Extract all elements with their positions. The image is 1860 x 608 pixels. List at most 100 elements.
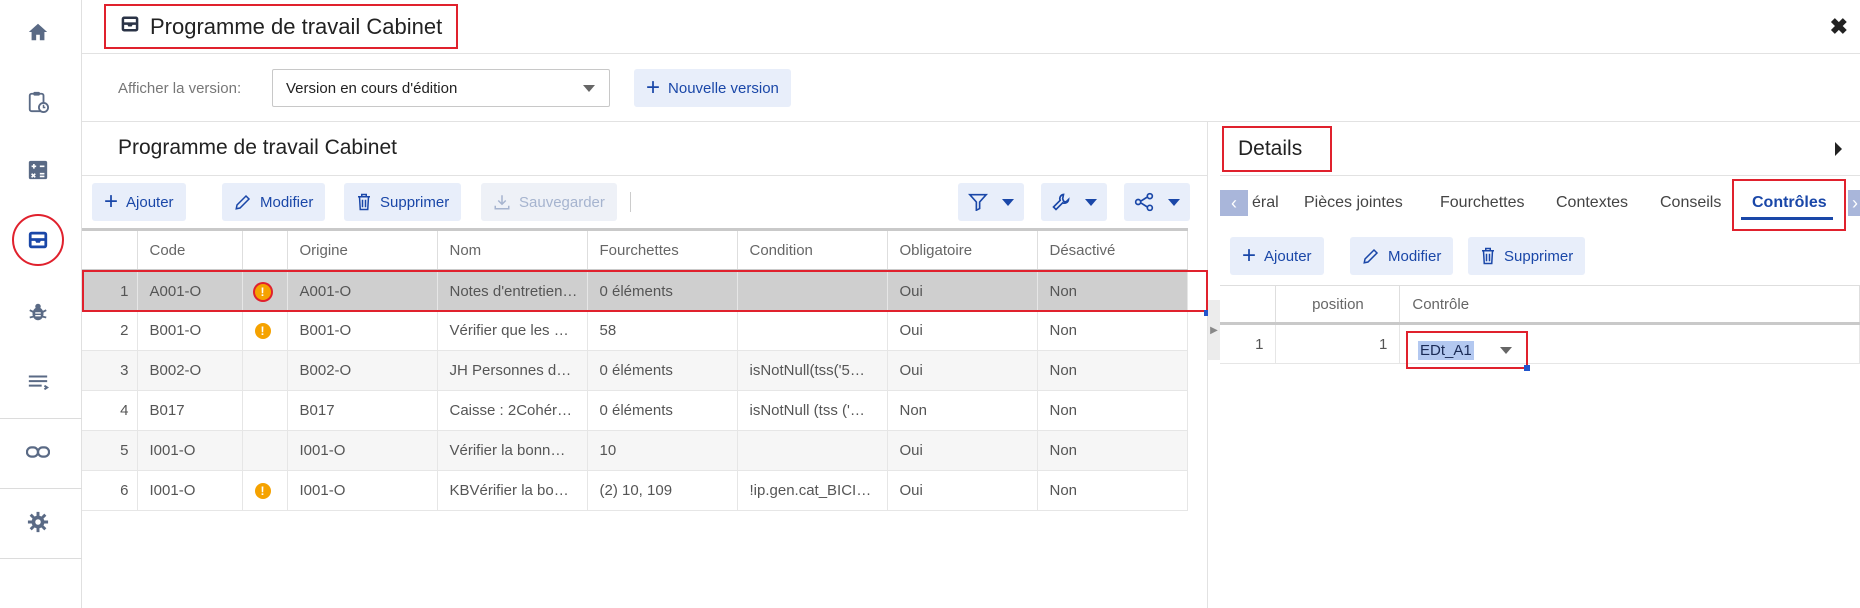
desactive-cell[interactable]: Non (1037, 270, 1188, 311)
condition-cell[interactable] (737, 310, 888, 351)
delete-button[interactable]: Supprimer (344, 183, 462, 221)
fourchettes-cell[interactable]: 58 (587, 310, 738, 351)
code-cell[interactable]: B002-O (137, 350, 243, 391)
download-icon (494, 195, 510, 210)
chevron-down-icon (1085, 198, 1097, 206)
pane-splitter[interactable]: ▶ (1208, 300, 1220, 360)
column-header[interactable] (82, 228, 138, 272)
table-row[interactable]: 5 I001-O I001-O Vérifier la bonn… 10 Oui… (82, 430, 1188, 471)
collapse-right-icon[interactable] (1835, 142, 1842, 156)
detail-add-button[interactable]: + Ajouter (1230, 237, 1324, 275)
inbox-tray-icon[interactable] (12, 214, 64, 266)
gear-icon[interactable] (16, 500, 60, 544)
tab-scroll-left-icon[interactable]: ‹ (1220, 190, 1248, 216)
origine-cell[interactable]: B001-O (287, 310, 438, 351)
obligatoire-cell[interactable]: Oui (887, 430, 1038, 471)
condition-cell[interactable]: !ip.gen.cat_BICI… (737, 470, 888, 511)
origine-cell[interactable]: A001-O (287, 270, 438, 311)
detail-edit-button[interactable]: Modifier (1350, 237, 1454, 275)
active-tab-highlight (1732, 179, 1846, 231)
desactive-cell[interactable]: Non (1037, 430, 1188, 471)
table-row[interactable]: 6 I001-O ! I001-O KBVérifier la bo… (2) … (82, 470, 1188, 511)
nom-cell[interactable]: Notes d'entretien… (437, 270, 588, 311)
tools-dropdown[interactable] (1041, 183, 1107, 221)
column-header[interactable]: Origine (287, 228, 438, 272)
obligatoire-cell[interactable]: Oui (887, 470, 1038, 511)
column-header[interactable]: Fourchettes (587, 228, 738, 272)
code-cell[interactable]: I001-O (137, 430, 243, 471)
calculator-icon[interactable] (16, 148, 60, 192)
table-row[interactable]: 1 A001-O ! A001-O Notes d'entretien… 0 é… (82, 270, 1188, 311)
close-icon[interactable]: ✖ (1830, 14, 1848, 40)
fourchettes-cell[interactable]: (2) 10, 109 (587, 470, 738, 511)
detail-delete-button[interactable]: Supprimer (1468, 237, 1586, 275)
home-icon[interactable] (16, 10, 60, 54)
clipboard-clock-icon[interactable] (16, 80, 60, 124)
column-header[interactable] (1220, 285, 1277, 325)
controle-select[interactable]: EDt_A1 (1406, 331, 1528, 369)
warning-icon[interactable]: ! (254, 483, 271, 499)
condition-cell[interactable] (737, 270, 888, 311)
condition-cell[interactable] (737, 430, 888, 471)
obligatoire-cell[interactable]: Oui (887, 310, 1038, 351)
column-header[interactable]: Contrôle (1399, 285, 1860, 325)
warning-icon[interactable]: ! (254, 323, 271, 339)
list-icon[interactable] (16, 360, 60, 404)
nom-cell[interactable]: JH Personnes d… (437, 350, 588, 391)
code-cell[interactable]: A001-O (137, 270, 243, 311)
table-row[interactable]: 4 B017 B017 Caisse : 2Cohér… 0 éléments … (82, 390, 1188, 431)
tab-scroll-right-icon[interactable]: › (1848, 190, 1860, 216)
resize-handle[interactable] (1524, 365, 1530, 371)
tab-fourchettes[interactable]: Fourchettes (1440, 194, 1524, 212)
desactive-cell[interactable]: Non (1037, 310, 1188, 351)
desactive-cell[interactable]: Non (1037, 350, 1188, 391)
column-header[interactable]: position (1275, 285, 1401, 325)
desactive-cell[interactable]: Non (1037, 470, 1188, 511)
link-icon[interactable] (16, 430, 60, 474)
origine-cell[interactable]: I001-O (287, 430, 438, 471)
tab-pieces-jointes[interactable]: Pièces jointes (1304, 194, 1403, 212)
obligatoire-cell[interactable]: Oui (887, 270, 1038, 311)
tab-general[interactable]: éral (1252, 194, 1279, 212)
table-row[interactable]: 3 B002-O B002-O JH Personnes d… 0 élémen… (82, 350, 1188, 391)
code-cell[interactable]: I001-O (137, 470, 243, 511)
column-header[interactable]: Condition (737, 228, 888, 272)
fourchettes-cell[interactable]: 0 éléments (587, 350, 738, 391)
tab-contextes[interactable]: Contextes (1556, 194, 1628, 212)
code-cell[interactable]: B001-O (137, 310, 243, 351)
desactive-cell[interactable]: Non (1037, 390, 1188, 431)
obligatoire-cell[interactable]: Non (887, 390, 1038, 431)
version-select[interactable]: Version en cours d'édition (272, 69, 610, 107)
condition-cell[interactable]: isNotNull(tss('5… (737, 350, 888, 391)
add-button[interactable]: + Ajouter (92, 183, 186, 221)
share-dropdown[interactable] (1124, 183, 1190, 221)
column-header[interactable]: Désactivé (1037, 228, 1188, 272)
save-button[interactable]: Sauvegarder (481, 183, 617, 221)
warning-icon[interactable]: ! (254, 283, 271, 300)
bug-icon[interactable] (16, 290, 60, 334)
column-header[interactable] (242, 228, 288, 272)
origine-cell[interactable]: I001-O (287, 470, 438, 511)
nom-cell[interactable]: Vérifier que les … (437, 310, 588, 351)
edit-button[interactable]: Modifier (222, 183, 326, 221)
position-cell[interactable]: 1 (1275, 323, 1401, 364)
column-header[interactable]: Code (137, 228, 243, 272)
filter-dropdown[interactable] (958, 183, 1024, 221)
table-row[interactable]: 1 1 (1220, 323, 1860, 364)
table-row[interactable]: 2 B001-O ! B001-O Vérifier que les … 58 … (82, 310, 1188, 351)
fourchettes-cell[interactable]: 0 éléments (587, 390, 738, 431)
origine-cell[interactable]: B002-O (287, 350, 438, 391)
tab-conseils[interactable]: Conseils (1660, 194, 1721, 212)
origine-cell[interactable]: B017 (287, 390, 438, 431)
nom-cell[interactable]: Vérifier la bonn… (437, 430, 588, 471)
fourchettes-cell[interactable]: 10 (587, 430, 738, 471)
column-header[interactable]: Obligatoire (887, 228, 1038, 272)
nom-cell[interactable]: KBVérifier la bo… (437, 470, 588, 511)
column-header[interactable]: Nom (437, 228, 588, 272)
new-version-button[interactable]: + Nouvelle version (634, 69, 791, 107)
fourchettes-cell[interactable]: 0 éléments (587, 270, 738, 311)
nom-cell[interactable]: Caisse : 2Cohér… (437, 390, 588, 431)
obligatoire-cell[interactable]: Oui (887, 350, 1038, 391)
condition-cell[interactable]: isNotNull (tss ('… (737, 390, 888, 431)
code-cell[interactable]: B017 (137, 390, 243, 431)
